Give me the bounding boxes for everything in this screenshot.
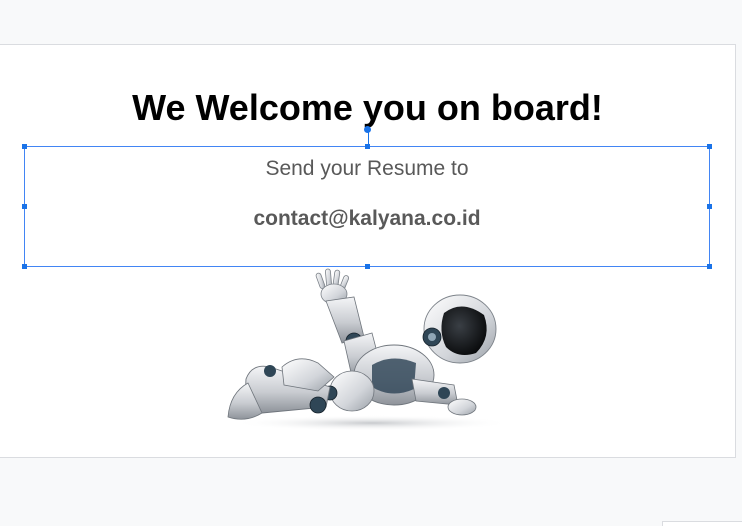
contact-email-text[interactable]: contact@kalyana.co.id (25, 207, 709, 231)
editor-canvas: We Welcome you on board! Send your Resum… (0, 0, 742, 526)
resize-handle-bottom-left[interactable] (22, 264, 27, 269)
slide-title[interactable]: We Welcome you on board! (0, 87, 735, 129)
rotate-handle[interactable] (364, 126, 371, 133)
robot-image[interactable] (222, 267, 512, 432)
resume-text-box[interactable]: Send your Resume to contact@kalyana.co.i… (24, 146, 710, 267)
resize-handle-right[interactable] (707, 204, 712, 209)
resize-handle-left[interactable] (22, 204, 27, 209)
resize-handle-top[interactable] (365, 144, 370, 149)
resize-handle-top-right[interactable] (707, 144, 712, 149)
slide[interactable]: We Welcome you on board! Send your Resum… (0, 44, 736, 458)
send-resume-text[interactable]: Send your Resume to (25, 157, 709, 181)
speaker-notes-edge (662, 521, 742, 526)
resize-handle-top-left[interactable] (22, 144, 27, 149)
resize-handle-bottom[interactable] (365, 264, 370, 269)
resize-handle-bottom-right[interactable] (707, 264, 712, 269)
